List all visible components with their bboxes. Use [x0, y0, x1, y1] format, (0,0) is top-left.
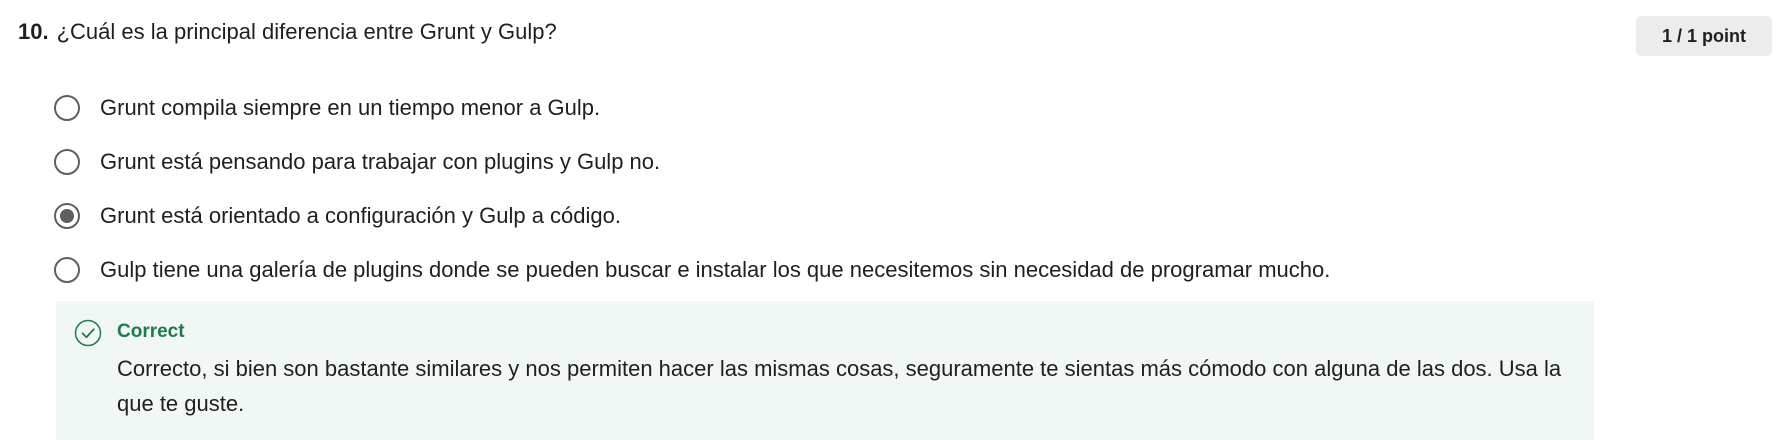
question-number: 10.	[18, 19, 49, 44]
question-prompt: 10. ¿Cuál es la principal diferencia entr…	[18, 16, 557, 48]
radio-button-selected[interactable]	[54, 203, 80, 229]
question-text: ¿Cuál es la principal diferencia entre G…	[56, 19, 557, 44]
points-badge: 1 / 1 point	[1636, 16, 1772, 56]
feedback-text: Correcto, si bien son bastante similares…	[117, 356, 1562, 416]
radio-button[interactable]	[54, 95, 80, 121]
answer-options: Grunt compila siempre en un tiempo menor…	[54, 81, 1594, 297]
answer-option[interactable]: Gulp tiene una galería de plugins donde …	[54, 243, 1594, 297]
answer-option[interactable]: Grunt está pensando para trabajar con pl…	[54, 135, 1594, 189]
check-circle-icon	[74, 319, 102, 347]
answer-option-label: Grunt está orientado a configuración y G…	[100, 203, 621, 228]
answer-option[interactable]: Grunt compila siempre en un tiempo menor…	[54, 81, 1594, 135]
radio-selected-dot	[60, 209, 74, 223]
answer-option-label: Grunt compila siempre en un tiempo menor…	[100, 95, 601, 120]
feedback-panel: Correct Correcto, si bien son bastante s…	[56, 301, 1594, 440]
answer-option-selected[interactable]: Grunt está orientado a configuración y G…	[54, 189, 1594, 243]
radio-button[interactable]	[54, 257, 80, 283]
answer-option-label: Grunt está pensando para trabajar con pl…	[100, 149, 661, 174]
answer-option-label: Gulp tiene una galería de plugins donde …	[100, 257, 1331, 282]
radio-button[interactable]	[54, 149, 80, 175]
feedback-title: Correct	[117, 321, 185, 342]
